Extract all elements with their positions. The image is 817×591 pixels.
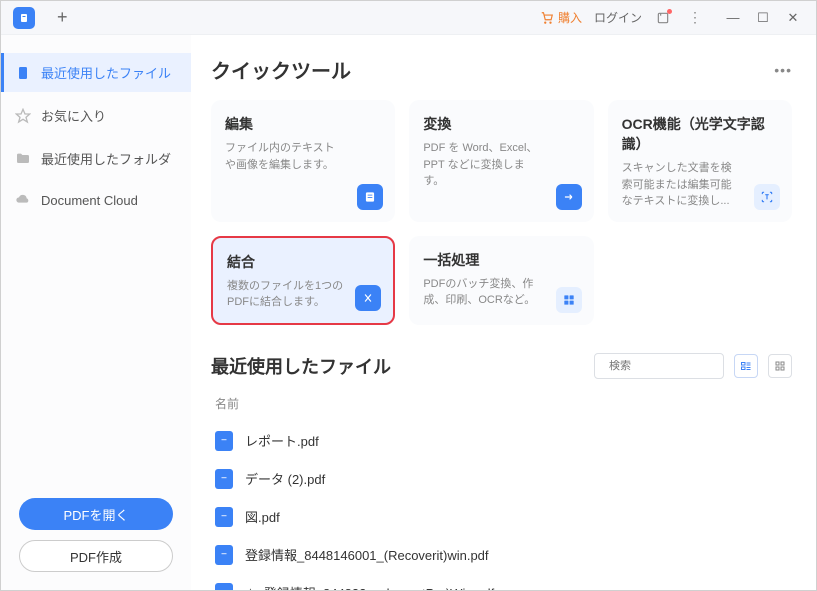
file-name: 図.pdf [245, 507, 280, 526]
file-name: レポート.pdf [245, 431, 319, 450]
menu-icon[interactable]: ⋮ [684, 9, 706, 26]
card-convert[interactable]: 変換 PDF を Word、Excel、PPT などに変換します。 [409, 100, 593, 222]
buy-button[interactable]: 購入 [540, 9, 582, 26]
main-content: クイックツール ••• 編集 ファイル内のテキストや画像を編集します。 変換 P… [191, 35, 816, 590]
more-tools-icon[interactable]: ••• [774, 62, 792, 78]
quicktools-title: クイックツール [211, 55, 351, 84]
quicktools-grid: 編集 ファイル内のテキストや画像を編集します。 変換 PDF を Word、Ex… [211, 100, 792, 325]
create-pdf-button[interactable]: PDF作成 [19, 540, 173, 572]
app-logo-icon[interactable] [13, 7, 35, 29]
window-minimize-button[interactable]: — [718, 8, 748, 28]
sidebar-item-document-cloud[interactable]: Document Cloud [1, 182, 191, 218]
sidebar-item-recent-folders[interactable]: 最近使用したフォルダ [1, 139, 191, 178]
login-button[interactable]: ログイン [594, 9, 642, 26]
file-name: 登録情報_844832…elementPro)Win.pdf [264, 583, 495, 590]
view-grid-button[interactable] [768, 354, 792, 378]
pdf-file-icon [215, 507, 233, 527]
sidebar: 最近使用したファイル お気に入り 最近使用したフォルダ Document Clo… [1, 35, 191, 590]
pdf-file-icon [215, 469, 233, 489]
star-icon [15, 108, 31, 124]
view-list-button[interactable] [734, 354, 758, 378]
search-input[interactable] [594, 353, 724, 379]
name-column-header: 名前 [211, 389, 792, 422]
card-edit[interactable]: 編集 ファイル内のテキストや画像を編集します。 [211, 100, 395, 222]
pdf-file-icon [215, 583, 233, 591]
buy-label: 購入 [558, 9, 582, 26]
batch-icon [556, 287, 582, 313]
recent-title: 最近使用したファイル [211, 353, 391, 379]
pdf-file-icon [215, 545, 233, 565]
open-pdf-button[interactable]: PDFを開く [19, 498, 173, 530]
card-title: OCR機能（光学文字認識） [622, 114, 778, 154]
file-row[interactable]: 図.pdf [211, 498, 792, 536]
new-tab-button[interactable]: + [43, 7, 82, 28]
window-close-button[interactable]: ✕ [778, 8, 808, 28]
card-title: 編集 [225, 114, 381, 134]
card-desc: ファイル内のテキストや画像を編集します。 [225, 140, 381, 173]
search-field[interactable] [609, 360, 751, 372]
card-merge[interactable]: 結合 複数のファイルを1つのPDFに結合します。 [211, 236, 395, 325]
sidebar-item-label: お気に入り [41, 106, 106, 125]
file-row[interactable]: データ (2).pdf [211, 460, 792, 498]
file-name: 登録情報_8448146001_(Recoverit)win.pdf [245, 545, 489, 564]
file-name: データ (2).pdf [245, 469, 325, 488]
file-list: レポート.pdf データ (2).pdf 図.pdf 登録情報_84481460… [211, 422, 792, 591]
sidebar-item-label: 最近使用したフォルダ [41, 149, 171, 168]
window-maximize-button[interactable]: ☐ [748, 8, 778, 28]
sidebar-item-recent-files[interactable]: 最近使用したファイル [1, 53, 191, 92]
pdf-file-icon [215, 431, 233, 451]
card-title: 結合 [227, 252, 379, 272]
star-icon: ★ [245, 586, 256, 591]
card-batch[interactable]: 一括処理 PDFのバッチ変換、作成、印刷、OCRなど。 [409, 236, 593, 325]
file-row[interactable]: 登録情報_8448146001_(Recoverit)win.pdf [211, 536, 792, 574]
file-row[interactable]: ★ 登録情報_844832…elementPro)Win.pdf [211, 574, 792, 591]
card-title: 変換 [423, 114, 579, 134]
merge-icon [355, 285, 381, 311]
file-icon [15, 65, 31, 81]
sidebar-item-label: Document Cloud [41, 193, 138, 208]
edit-icon [357, 184, 383, 210]
card-desc: PDF を Word、Excel、PPT などに変換します。 [423, 140, 579, 190]
card-ocr[interactable]: OCR機能（光学文字認識） スキャンした文書を検索可能または編集可能なテキストに… [608, 100, 792, 222]
file-row[interactable]: レポート.pdf [211, 422, 792, 460]
titlebar: + 購入 ログイン ⋮ — ☐ ✕ [1, 1, 816, 35]
folder-icon [15, 151, 31, 167]
sidebar-item-favorites[interactable]: お気に入り [1, 96, 191, 135]
ocr-icon [754, 184, 780, 210]
card-title: 一括処理 [423, 250, 579, 270]
convert-icon [556, 184, 582, 210]
notification-icon[interactable] [654, 9, 672, 27]
sidebar-item-label: 最近使用したファイル [41, 63, 171, 82]
cloud-icon [15, 192, 31, 208]
